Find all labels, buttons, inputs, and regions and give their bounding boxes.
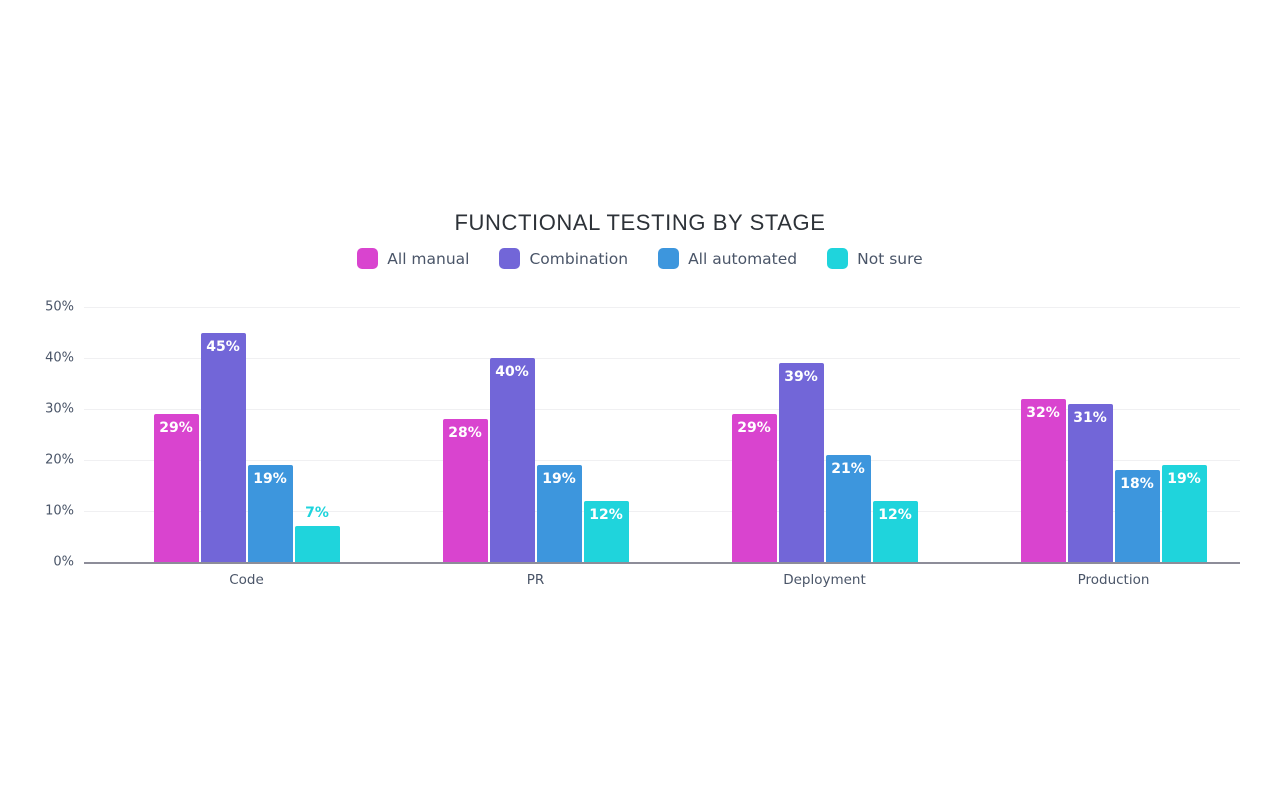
x-axis-category-label: Code bbox=[229, 572, 264, 588]
legend-swatch-icon bbox=[499, 248, 521, 269]
legend-swatch-icon bbox=[357, 248, 379, 269]
bar-value-label: 40% bbox=[495, 364, 529, 380]
bar-column: 19% bbox=[1161, 465, 1207, 562]
legend-item-label: All automated bbox=[688, 249, 798, 268]
bar-production-not-sure[interactable]: 19% bbox=[1161, 465, 1207, 562]
bar-production-all-manual[interactable]: 32% bbox=[1020, 398, 1066, 562]
legend-item-combination[interactable]: Combination bbox=[499, 248, 628, 269]
bar-value-label: 29% bbox=[737, 420, 771, 437]
legend-item-label: Combination bbox=[529, 249, 629, 268]
chart-title: FUNCTIONAL TESTING BY STAGE bbox=[454, 210, 826, 235]
bar-column: 31% bbox=[1067, 403, 1113, 562]
bar-production-combination[interactable]: 31% bbox=[1067, 403, 1113, 562]
bar-code-all-manual[interactable]: 29% bbox=[153, 414, 199, 562]
bar-value-label: 45% bbox=[206, 338, 240, 355]
bar-column: 45% bbox=[200, 332, 246, 562]
bar-column: 32% bbox=[1020, 398, 1066, 562]
bar-column: 28% bbox=[442, 419, 488, 562]
bar-chart: FUNCTIONAL TESTING BY STAGE All manual Co… bbox=[0, 0, 1280, 800]
bar-value-label: 21% bbox=[831, 460, 865, 477]
y-axis-tick-label: 10% bbox=[45, 503, 74, 519]
bar-pr-all-automated[interactable]: 19% bbox=[536, 465, 582, 562]
y-axis-tick-label: 30% bbox=[45, 401, 74, 417]
bar-value-label: 32% bbox=[1026, 404, 1060, 421]
bar-code-not-sure[interactable]: 7% bbox=[294, 505, 340, 562]
bar-value-label: 19% bbox=[1167, 471, 1201, 488]
bar-column: 19% bbox=[536, 465, 582, 562]
chart-legend: All manual Combination All automated Not su… bbox=[0, 248, 1280, 269]
legend-item-label: Not sure bbox=[857, 249, 923, 268]
bar-pr-not-sure[interactable]: 12% bbox=[583, 500, 629, 562]
legend-item-all-automated[interactable]: All automated bbox=[658, 248, 797, 269]
bar-column: 39% bbox=[778, 363, 824, 562]
bar-code-combination[interactable]: 45% bbox=[200, 332, 246, 562]
bar-value-label: 31% bbox=[1073, 409, 1107, 426]
bar-column: 19% bbox=[247, 465, 293, 562]
plot-area: 0% 10% 20% 30% 40% 50% 29% 45% 19% 7% Code 28% 40% 19… bbox=[45, 300, 1240, 588]
bar-value-label: 39% bbox=[784, 369, 818, 386]
legend-swatch-icon bbox=[827, 248, 849, 269]
y-axis-tick-label: 0% bbox=[53, 554, 74, 570]
bar-column: 7% bbox=[294, 505, 340, 562]
bar-group-code: 29% 45% 19% 7% Code bbox=[153, 300, 340, 588]
bar-deployment-all-automated[interactable]: 21% bbox=[825, 454, 871, 562]
bar-group-pr: 28% 40% 19% 12% PR bbox=[442, 300, 629, 588]
bar-value-label: 12% bbox=[878, 506, 912, 523]
bar-value-label: 7% bbox=[305, 505, 329, 522]
y-axis-tick-label: 50% bbox=[45, 299, 74, 315]
x-axis-category-label: Production bbox=[1077, 572, 1150, 588]
bar-column: 21% bbox=[825, 454, 871, 562]
bar-value-label: 19% bbox=[253, 471, 287, 488]
bar-column: 40% bbox=[489, 358, 535, 562]
x-axis-category-label: PR bbox=[526, 572, 545, 588]
bar-column: 29% bbox=[153, 414, 199, 562]
bar-group-deployment: 29% 39% 21% 12% Deployment bbox=[731, 300, 918, 588]
bar-pr-all-manual[interactable]: 28% bbox=[442, 419, 488, 562]
legend-item-all-manual[interactable]: All manual bbox=[357, 248, 469, 269]
bar-deployment-combination[interactable]: 39% bbox=[778, 363, 824, 562]
bar-value-label: 19% bbox=[542, 471, 576, 488]
bar-column: 18% bbox=[1114, 470, 1160, 562]
bar-value-label: 18% bbox=[1120, 476, 1154, 493]
bar-column: 12% bbox=[583, 500, 629, 562]
bar-value-label: 29% bbox=[159, 420, 193, 437]
legend-swatch-icon bbox=[658, 248, 680, 269]
bar-pr-combination[interactable]: 40% bbox=[489, 358, 535, 562]
legend-item-label: All manual bbox=[387, 249, 470, 268]
legend-item-not-sure[interactable]: Not sure bbox=[827, 248, 923, 269]
bar-column: 12% bbox=[872, 500, 918, 562]
y-axis-tick-label: 20% bbox=[45, 452, 74, 468]
y-axis-tick-label: 40% bbox=[45, 350, 74, 366]
x-axis-line bbox=[84, 562, 1240, 564]
bar-deployment-not-sure[interactable]: 12% bbox=[872, 500, 918, 562]
bar-deployment-all-manual[interactable]: 29% bbox=[731, 414, 777, 562]
bar-value-label: 12% bbox=[589, 506, 623, 523]
bar-column: 29% bbox=[731, 414, 777, 562]
bar-value-label: 28% bbox=[448, 425, 482, 442]
x-axis-category-label: Deployment bbox=[783, 572, 866, 588]
bar-production-all-automated[interactable]: 18% bbox=[1114, 470, 1160, 562]
bar-group-production: 32% 31% 18% 19% Production bbox=[1020, 300, 1207, 588]
bar-code-all-automated[interactable]: 19% bbox=[247, 465, 293, 562]
